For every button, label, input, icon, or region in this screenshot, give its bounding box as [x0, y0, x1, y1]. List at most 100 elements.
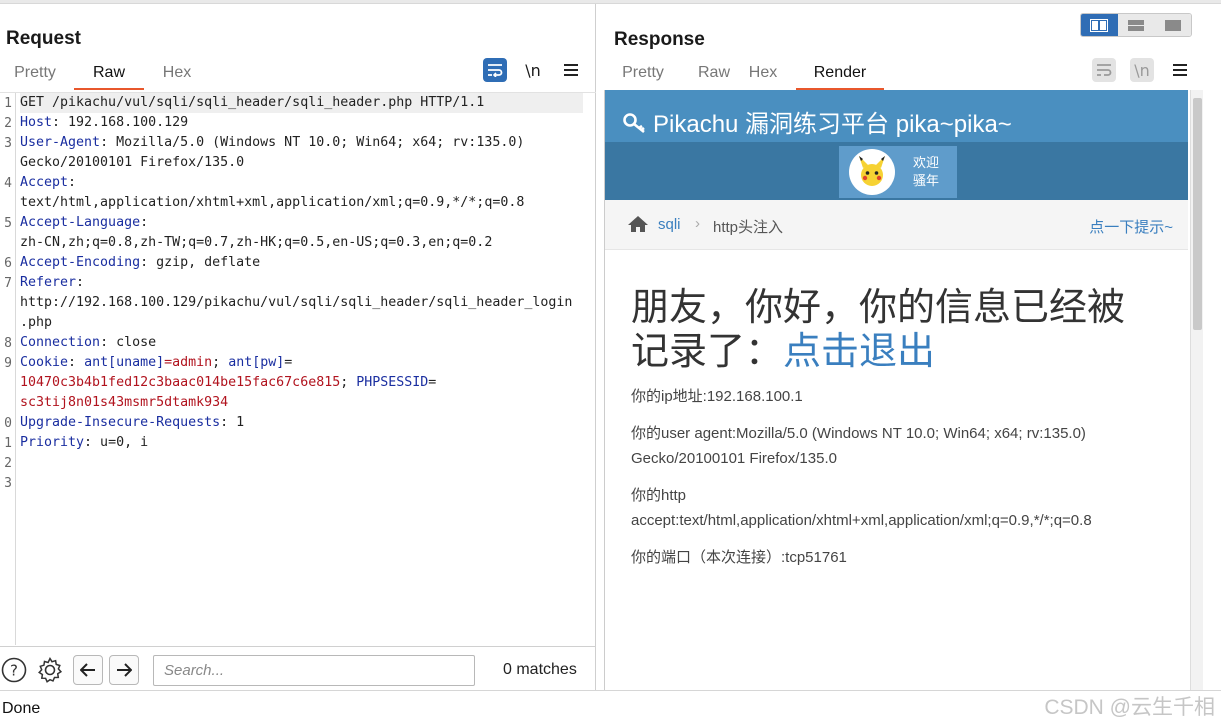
help-icon[interactable]: ? [0, 656, 28, 684]
cookie-sep: = [428, 375, 437, 390]
line-number: 4 [4, 176, 12, 191]
header-value-continued: .php [20, 315, 53, 330]
header-value-continued: text/html,application/xhtml+xml,applicat… [20, 195, 525, 210]
header-value: : 192.168.100.129 [52, 115, 189, 130]
header-value: : close [100, 335, 157, 350]
username: 骚年 [913, 173, 940, 188]
tab-pretty[interactable]: Pretty [12, 60, 58, 90]
cookie-value: =admin [164, 355, 213, 370]
line-number-gutter: 1 2 3 4 5 6 7 8 9 0 1 2 3 [0, 93, 16, 645]
hint-link[interactable]: 点一下提示~ [1089, 216, 1173, 237]
header-key: Cookie [20, 355, 69, 370]
hamburger-menu-icon[interactable] [559, 58, 583, 82]
header-line-connection: Connection: close [20, 333, 156, 353]
tab-render[interactable]: Render [796, 60, 884, 90]
header-key: Priority [20, 435, 85, 450]
header-line-user-agent: User-Agent: Mozilla/5.0 (Windows NT 10.0… [20, 133, 524, 153]
cookie-value: 10470c3b4b1fed12c3baac014be15fac67c6e815 [20, 375, 341, 390]
header-key: Accept-Encoding [20, 255, 141, 270]
response-tabs: Pretty Raw Hex Render [620, 60, 884, 90]
header-line-accept-language: Accept-Language: [20, 213, 148, 233]
info-line: 你的user agent:Mozilla/5.0 (Windows NT 10.… [631, 425, 1086, 442]
status-bar: Done CSDN @云生千相 [0, 690, 1221, 720]
next-match-button[interactable] [109, 655, 139, 685]
info-line: Gecko/20100101 Firefox/135.0 [631, 450, 837, 467]
heading-line-2: 记录了：点击退出 [631, 330, 1171, 374]
header-line-host: Host: 192.168.100.129 [20, 113, 188, 133]
cookie-name: ant[pw] [228, 355, 285, 370]
watermark: CSDN @云生千相 [1044, 696, 1215, 719]
line-number: 6 [4, 256, 12, 271]
search-bar: ? Search... 0 matches [0, 646, 596, 694]
wrap-lines-icon[interactable] [1092, 58, 1116, 82]
line-number: 9 [4, 356, 12, 371]
request-line: GET /pikachu/vul/sqli/sqli_header/sqli_h… [20, 93, 583, 113]
match-count: 0 matches [503, 661, 577, 678]
header-key: Accept-Language [20, 215, 141, 230]
cookie-value: sc3tij8n01s43msmr5dtamk934 [20, 395, 229, 410]
pikachu-avatar [849, 149, 895, 195]
previous-match-button[interactable] [73, 655, 103, 685]
cookie-sep: : [68, 355, 85, 370]
welcome-text: 欢迎 骚年 [913, 154, 939, 190]
cookie-line-continued: 10470c3b4b1fed12c3baac014be15fac67c6e815… [20, 373, 436, 393]
cookie-name: PHPSESSID [356, 375, 429, 390]
settings-gear-icon[interactable] [36, 656, 64, 684]
accept-info: 你的http accept:text/html,application/xhtm… [631, 483, 1171, 533]
logout-link[interactable]: 点击退出 [783, 331, 935, 373]
stacked-layout-button[interactable] [1117, 14, 1155, 36]
newline-toggle-button[interactable]: \n [1130, 58, 1154, 82]
line-number: 3 [4, 476, 12, 491]
header-line-upgrade-insecure: Upgrade-Insecure-Requests: 1 [20, 413, 244, 433]
hamburger-menu-icon[interactable] [1168, 58, 1192, 82]
cookie-name: ant[uname] [84, 355, 165, 370]
home-icon[interactable] [627, 215, 649, 237]
status-text: Done [2, 700, 41, 717]
render-scrollbar[interactable] [1190, 90, 1203, 690]
heading-text: 记录了： [631, 331, 784, 373]
tab-hex[interactable]: Hex [746, 60, 780, 90]
info-line: 你的http [631, 487, 687, 504]
breadcrumb-link-sqli[interactable]: sqli [658, 216, 681, 233]
breadcrumb: sqli › http头注入 点一下提示~ [605, 200, 1188, 250]
heading-line: 朋友，你好，你的信息已经被 [631, 287, 1126, 329]
request-tabs: Pretty Raw Hex [12, 60, 194, 90]
header-key: Referer [20, 275, 77, 290]
line-number: 2 [4, 456, 12, 471]
header-value: : [68, 175, 77, 190]
user-bar: 欢迎 骚年 [605, 142, 1188, 200]
user-box[interactable]: 欢迎 骚年 [839, 146, 957, 198]
tab-pretty[interactable]: Pretty [620, 60, 666, 90]
header-line-accept-encoding: Accept-Encoding: gzip, deflate [20, 253, 260, 273]
request-editor[interactable]: 1 2 3 4 5 6 7 8 9 0 1 2 3 GET /pikachu/v… [0, 92, 596, 645]
info-line: accept:text/html,application/xhtml+xml,a… [631, 512, 1092, 529]
svg-text:?: ? [10, 662, 18, 680]
tab-raw[interactable]: Raw [74, 60, 144, 90]
request-pane: Request Pretty Raw Hex \n 1 2 3 4 5 6 7 … [0, 4, 596, 690]
site-header: Pikachu 漏洞练习平台 pika~pika~ [605, 90, 1188, 142]
ip-info: 你的ip地址:192.168.100.1 [631, 388, 803, 405]
site-title: Pikachu 漏洞练习平台 pika~pika~ [653, 111, 1012, 138]
newline-toggle-button[interactable]: \n [521, 58, 545, 82]
header-line-accept: Accept: [20, 173, 76, 193]
line-number: 1 [4, 96, 12, 111]
user-agent-info: 你的user agent:Mozilla/5.0 (Windows NT 10.… [631, 421, 1171, 471]
header-line-cookie: Cookie: ant[uname]=admin; ant[pw]= [20, 353, 292, 373]
scrollbar-thumb[interactable] [1193, 98, 1202, 330]
tab-hex[interactable]: Hex [160, 60, 194, 90]
header-key: Connection [20, 335, 101, 350]
wrap-lines-icon[interactable] [483, 58, 507, 82]
main-content: 朋友，你好，你的信息已经被 记录了：点击退出 你的ip地址:192.168.10… [631, 286, 1171, 570]
single-pane-layout-button[interactable] [1154, 14, 1191, 36]
header-value-continued: http://192.168.100.129/pikachu/vul/sqli/… [20, 295, 573, 310]
header-value: : u=0, i [84, 435, 149, 450]
result-heading: 朋友，你好，你的信息已经被 记录了：点击退出 [631, 286, 1171, 374]
tab-raw[interactable]: Raw [696, 60, 732, 90]
header-line-priority: Priority: u=0, i [20, 433, 148, 453]
line-number: 5 [4, 216, 12, 231]
search-input[interactable]: Search... [153, 655, 475, 686]
side-by-side-layout-button[interactable] [1081, 14, 1118, 36]
line-number: 7 [4, 276, 12, 291]
line-number: 1 [4, 436, 12, 451]
header-value: : gzip, deflate [140, 255, 261, 270]
